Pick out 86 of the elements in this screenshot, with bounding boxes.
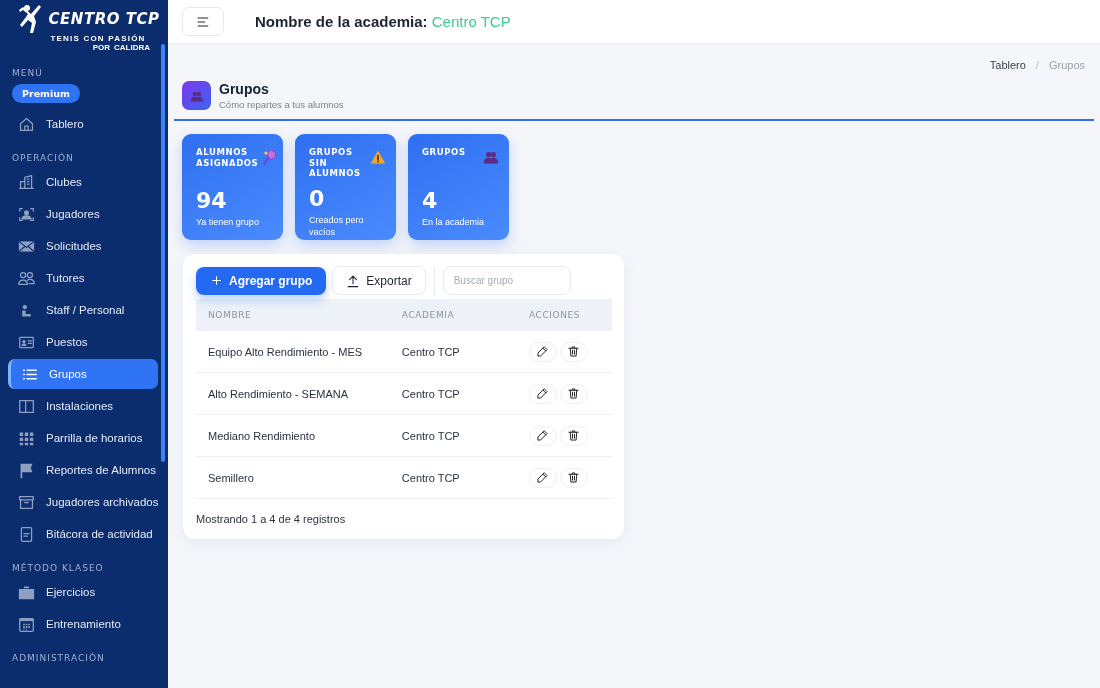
sidebar-item[interactable]: Ejercicios — [8, 577, 158, 607]
edit-button[interactable] — [528, 383, 557, 404]
delete-button[interactable] — [559, 467, 588, 488]
stat-value: 94 — [196, 189, 228, 213]
sidebar-item[interactable]: Reportes de Alumnos — [8, 455, 158, 485]
stat-value: 4 — [422, 189, 439, 213]
warning-icon — [370, 149, 386, 165]
plus-icon — [210, 274, 223, 287]
edit-icon — [536, 387, 550, 400]
archive-box-icon — [18, 493, 35, 511]
table-cell: Semillero — [196, 456, 390, 499]
stat-caption: Creados pero vacíos — [309, 214, 365, 238]
plan-badge: Premium — [12, 84, 80, 103]
records-summary: Mostrando 1 a 4 de 4 registros — [196, 513, 347, 525]
page-subtitle: Cómo repartes a tus alumnos — [219, 99, 344, 110]
table-cell: Centro TCP — [389, 456, 517, 499]
sidebar-item[interactable]: Grupos — [8, 359, 158, 389]
column-header: ACCIONES — [516, 299, 612, 331]
racket-icon — [262, 149, 279, 165]
brand-logo-text: CALIDRA — [114, 43, 150, 53]
document-icon — [18, 525, 35, 543]
table-cell: Centro TCP — [389, 372, 517, 415]
section-heading: OPERACIÓN — [11, 153, 75, 163]
table-cell: Centro TCP — [389, 331, 517, 373]
sidebar-item[interactable]: Entrenamiento — [8, 609, 158, 639]
menu-button[interactable] — [182, 7, 224, 36]
stat-value: 0 — [309, 187, 326, 211]
stat-title: GRUPOS SIN ALUMNOS — [309, 147, 362, 179]
column-header: ACADEMIA — [389, 299, 517, 331]
table-cell: Equipo Alto Rendimiento - MES — [196, 331, 390, 373]
edit-icon — [536, 429, 550, 442]
export-button[interactable]: Exportar — [332, 266, 426, 295]
sidebar-item[interactable]: Instalaciones — [8, 391, 158, 421]
home-icon — [18, 115, 35, 133]
logo-by-text: POR — [92, 43, 110, 53]
sidebar-item[interactable]: Solicitudes — [8, 231, 158, 261]
group-icon — [483, 149, 499, 165]
scrollbar[interactable] — [161, 44, 165, 462]
logo-title: CENTRO TCP — [48, 10, 160, 28]
edit-icon — [536, 345, 550, 358]
delete-button[interactable] — [559, 425, 588, 446]
sidebar-item[interactable]: Staff / Personal — [8, 295, 158, 325]
table-cell: Centro TCP — [389, 414, 517, 457]
column-header: NOMBRE — [196, 299, 390, 331]
sidebar-item[interactable]: Jugadores — [8, 199, 158, 229]
building-icon — [18, 173, 35, 191]
add-group-button[interactable]: Agregar grupo — [196, 266, 327, 295]
page-title: Grupos — [219, 81, 270, 97]
panel-icon — [18, 397, 35, 415]
edit-button[interactable] — [528, 341, 557, 362]
sidebar-item[interactable]: Tablero — [8, 109, 158, 139]
delete-icon — [567, 387, 581, 400]
sidebar-item[interactable]: Puestos — [8, 327, 158, 357]
sidebar-item[interactable]: Parrilla de horarios — [8, 423, 158, 453]
search-field[interactable]: Buscar grupo — [442, 266, 571, 295]
breadcrumb-item[interactable]: Tablero — [989, 59, 1026, 71]
calendar-icon — [18, 615, 35, 633]
table-cell: Alto Rendimiento - SEMANA — [196, 372, 390, 415]
flag-icon — [18, 461, 35, 479]
logo-tagline: TENIS CON PASIÓN — [50, 34, 146, 43]
stat-caption: En la academia — [422, 216, 486, 228]
person-icon — [18, 205, 35, 223]
sidebar-item[interactable]: Bitácora de actividad — [8, 519, 158, 549]
section-heading: MENÚ — [11, 68, 44, 78]
sidebar-item[interactable]: Clubes — [8, 167, 158, 197]
delete-icon — [567, 471, 581, 484]
people-icon — [18, 269, 35, 287]
delete-button[interactable] — [559, 341, 588, 362]
stat-title: ALUMNOS ASIGNADOS — [196, 147, 259, 168]
upload-icon — [346, 273, 361, 288]
breadcrumb-item: Grupos — [1048, 59, 1085, 71]
stat-caption: Ya tienen grupo — [196, 216, 260, 228]
academy-name-text: Nombre de la academia: Centro TCP — [255, 13, 511, 30]
breadcrumb-separator: / — [1035, 59, 1039, 71]
section-heading: ADMINISTRACIÓN — [11, 653, 106, 663]
sidebar-item[interactable]: Tutores — [8, 263, 158, 293]
delete-button[interactable] — [559, 383, 588, 404]
delete-icon — [567, 345, 581, 358]
sidebar-item[interactable]: Jugadores archivados — [8, 487, 158, 517]
section-heading: MÉTODO KLASEO — [11, 563, 105, 573]
table-cell: Mediano Rendimiento — [196, 414, 390, 457]
stat-title: GRUPOS — [422, 147, 466, 158]
edit-button[interactable] — [528, 467, 557, 488]
delete-icon — [567, 429, 581, 442]
edit-button[interactable] — [528, 425, 557, 446]
edit-icon — [536, 471, 550, 484]
